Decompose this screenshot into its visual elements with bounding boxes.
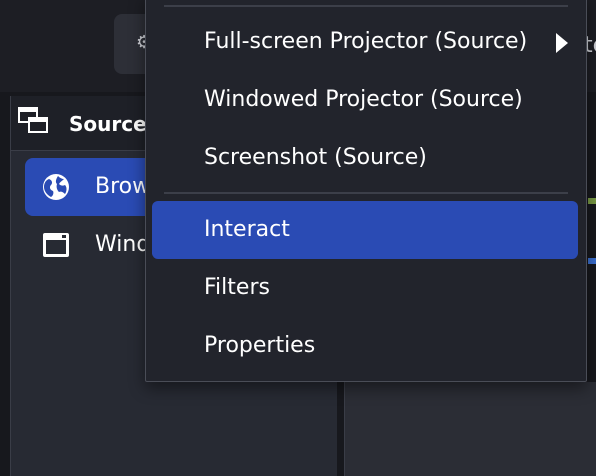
- audio-meter-fragment: [588, 198, 596, 268]
- globe-icon: [43, 174, 69, 200]
- submenu-arrow-icon: [556, 33, 568, 53]
- meter-green-segment: [588, 198, 596, 204]
- meter-blue-segment: [588, 258, 596, 264]
- menu-item-screenshot[interactable]: Screenshot (Source): [152, 129, 578, 187]
- menu-item-interact[interactable]: Interact: [152, 201, 578, 259]
- menu-item-label: Properties: [204, 333, 316, 358]
- menu-item-label: Interact: [204, 217, 290, 242]
- source-item-label: Brow: [95, 174, 151, 199]
- menu-item-fullscreen-projector[interactable]: Full-screen Projector (Source): [152, 13, 578, 71]
- menu-item-filters[interactable]: Filters: [152, 259, 578, 317]
- right-dock: [344, 382, 596, 476]
- menu-item-label: Windowed Projector (Source): [204, 87, 523, 112]
- menu-item-windowed-projector[interactable]: Windowed Projector (Source): [152, 71, 578, 129]
- menu-separator: [164, 5, 568, 7]
- menu-item-label: Filters: [204, 275, 270, 300]
- source-item-label: Wind: [95, 232, 151, 257]
- menu-item-label: Full-screen Projector (Source): [204, 29, 528, 54]
- menu-item-properties[interactable]: Properties: [152, 317, 578, 375]
- menu-item-label: Screenshot (Source): [204, 145, 427, 170]
- app-window: ⚙ te Sources Brow: [0, 0, 596, 476]
- source-context-menu: Full-screen Projector (Source) Windowed …: [145, 0, 587, 382]
- menu-separator: [164, 192, 568, 194]
- window-capture-icon: [43, 233, 69, 257]
- sources-windows-icon: [18, 107, 48, 133]
